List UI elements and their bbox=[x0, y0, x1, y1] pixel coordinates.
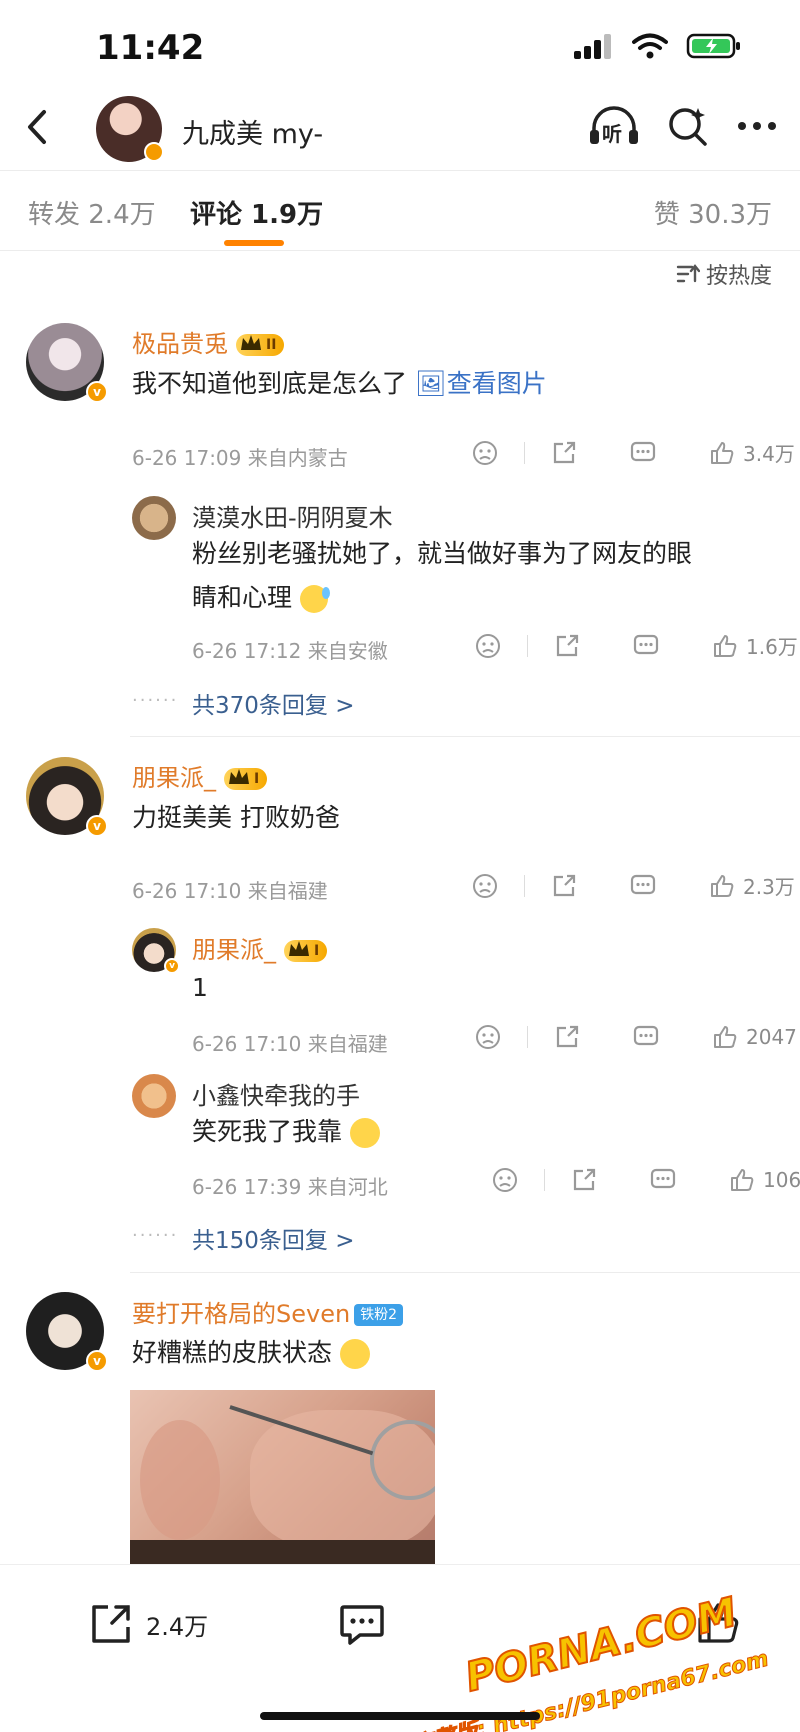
like-button[interactable]: 2.3万 bbox=[709, 871, 795, 900]
tab-repost[interactable]: 转发 2.4万 bbox=[28, 194, 156, 231]
share-icon[interactable] bbox=[551, 873, 577, 899]
avatar[interactable]: v bbox=[26, 757, 108, 837]
avatar[interactable]: v bbox=[26, 1292, 108, 1372]
thumbs-up-icon bbox=[714, 1026, 737, 1048]
member-badge: I bbox=[284, 940, 328, 962]
comment-actions: 3.4万 bbox=[472, 438, 795, 467]
active-tab-indicator bbox=[224, 240, 284, 246]
share-icon[interactable] bbox=[551, 440, 577, 466]
thumbs-up-icon bbox=[731, 1169, 754, 1191]
dislike-icon[interactable] bbox=[472, 440, 498, 466]
reply-text: 粉丝别老骚扰她了，就当做好事为了网友的眼 睛和心理 bbox=[192, 539, 693, 613]
reply-actions: 2047 bbox=[475, 1024, 797, 1050]
listen-button[interactable]: 听 bbox=[588, 104, 640, 148]
share-icon[interactable] bbox=[554, 1024, 580, 1050]
status-time: 11:42 bbox=[96, 28, 205, 68]
nav-divider bbox=[0, 170, 800, 171]
reply-meta: 6-26 17:12 来自安徽 bbox=[192, 639, 388, 663]
more-replies-link[interactable]: 共150条回复 > bbox=[192, 1221, 354, 1255]
reply-text: 1 bbox=[192, 973, 208, 1002]
comment-meta: 6-26 17:10 来自福建 bbox=[132, 879, 328, 903]
signal-icon bbox=[574, 34, 611, 59]
author-name[interactable]: 九成美 my- bbox=[182, 112, 323, 151]
post-tabs: 转发 2.4万 评论 1.9万 赞 30.3万 bbox=[0, 176, 800, 248]
comment-button[interactable] bbox=[338, 1601, 386, 1647]
reply-actions: 106 bbox=[492, 1167, 800, 1193]
listen-label: 听 bbox=[602, 122, 622, 146]
tabs-divider bbox=[0, 250, 800, 251]
more-replies-link[interactable]: 共370条回复 > bbox=[192, 686, 354, 720]
smile-emoji-icon bbox=[339, 1339, 370, 1369]
share-icon bbox=[92, 1605, 130, 1643]
repost-button[interactable]: 2.4万 bbox=[88, 1601, 208, 1647]
like-button[interactable]: 1.6万 bbox=[712, 631, 798, 660]
back-icon[interactable] bbox=[16, 104, 62, 150]
thumbs-up-icon bbox=[711, 441, 734, 464]
comment-text: 好糟糕的皮肤状态 bbox=[132, 1331, 370, 1375]
tab-likes[interactable]: 赞 30.3万 bbox=[654, 194, 772, 231]
crown-icon bbox=[229, 769, 249, 784]
sort-icon bbox=[676, 264, 700, 283]
avatar[interactable]: v bbox=[132, 928, 180, 974]
sort-toggle[interactable]: 按热度 bbox=[676, 258, 772, 290]
search-icon[interactable] bbox=[666, 104, 710, 148]
author-avatar[interactable] bbox=[96, 96, 164, 162]
comment-icon bbox=[340, 1605, 384, 1645]
reply-author[interactable]: 朋果派_ I bbox=[192, 930, 328, 965]
like-button[interactable]: 106 bbox=[729, 1167, 800, 1193]
share-icon[interactable] bbox=[571, 1167, 597, 1193]
home-indicator bbox=[260, 1712, 540, 1720]
crown-icon bbox=[289, 941, 309, 956]
comment-author[interactable]: 极品贵兎 II bbox=[132, 324, 285, 359]
reply-icon[interactable] bbox=[630, 440, 656, 466]
more-icon[interactable] bbox=[736, 120, 778, 132]
comment-photo[interactable] bbox=[130, 1390, 435, 1570]
reply-meta: 6-26 17:10 来自福建 bbox=[192, 1032, 388, 1056]
crown-icon bbox=[241, 335, 261, 350]
reply-text: 笑死我了我靠 bbox=[192, 1110, 380, 1154]
dislike-icon[interactable] bbox=[475, 633, 501, 659]
laugh-cry-emoji-icon bbox=[349, 1118, 380, 1148]
thumbs-up-icon bbox=[714, 634, 737, 657]
status-bar: 11:42 bbox=[0, 0, 800, 90]
comment-actions: 2.3万 bbox=[472, 871, 795, 900]
dislike-icon[interactable] bbox=[472, 873, 498, 899]
reply-meta: 6-26 17:39 来自河北 bbox=[192, 1175, 388, 1199]
reply-author[interactable]: 小鑫快牵我的手 bbox=[192, 1076, 360, 1111]
reply-icon[interactable] bbox=[650, 1167, 676, 1193]
comment-text: 力挺美美 打败奶爸 bbox=[132, 803, 340, 832]
member-badge: II bbox=[236, 334, 285, 356]
reply-icon[interactable] bbox=[633, 633, 659, 659]
sort-label: 按热度 bbox=[705, 264, 772, 289]
avatar[interactable] bbox=[132, 1074, 176, 1118]
reply-author[interactable]: 漠漠水田-阴阴夏木 bbox=[192, 498, 393, 533]
avatar[interactable]: v bbox=[26, 323, 108, 403]
sweat-emoji-icon bbox=[299, 585, 330, 613]
avatar[interactable] bbox=[132, 496, 176, 540]
status-icons bbox=[572, 32, 742, 60]
fan-badge: 铁粉2 bbox=[354, 1304, 404, 1326]
comment-author[interactable]: 朋果派_ I bbox=[132, 758, 268, 793]
comment-meta: 6-26 17:09 来自内蒙古 bbox=[132, 446, 348, 470]
comment-text: 我不知道他到底是怎么了 🖼查看图片 bbox=[132, 369, 547, 398]
dislike-icon[interactable] bbox=[492, 1167, 518, 1193]
member-badge: I bbox=[224, 768, 268, 790]
nav-actions: 听 bbox=[588, 104, 778, 148]
reply-icon[interactable] bbox=[633, 1024, 659, 1050]
dislike-icon[interactable] bbox=[475, 1024, 501, 1050]
reply-icon[interactable] bbox=[630, 873, 656, 899]
wifi-icon bbox=[632, 33, 668, 59]
like-button[interactable]: 2047 bbox=[712, 1024, 797, 1050]
view-image-link[interactable]: 🖼查看图片 bbox=[415, 369, 547, 398]
comment-author[interactable]: 要打开格局的Seven 铁粉2 bbox=[132, 1294, 404, 1329]
share-icon[interactable] bbox=[554, 633, 580, 659]
tab-comments[interactable]: 评论 1.9万 bbox=[190, 194, 323, 231]
thumbs-up-icon bbox=[711, 874, 734, 897]
top-nav: 九成美 my- 听 bbox=[0, 90, 800, 170]
reply-actions: 1.6万 bbox=[475, 631, 798, 660]
like-button[interactable]: 3.4万 bbox=[709, 438, 795, 467]
battery-icon bbox=[686, 33, 740, 59]
